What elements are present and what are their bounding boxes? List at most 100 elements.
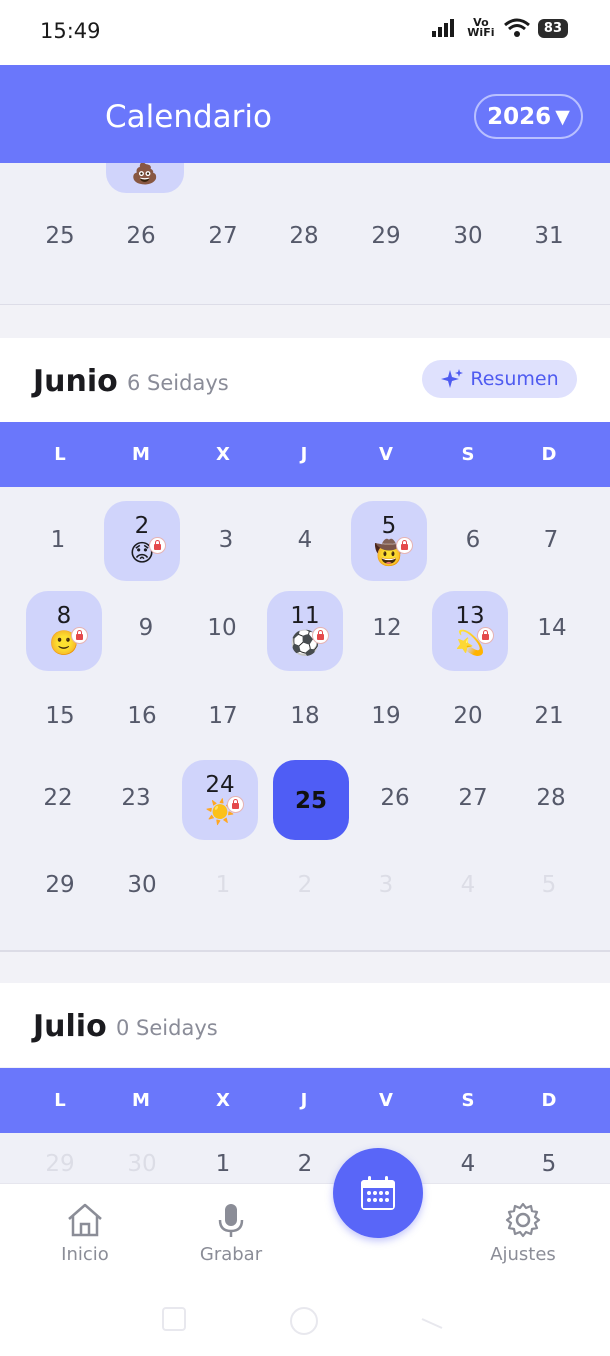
calendar-icon <box>361 1176 395 1210</box>
day-cell[interactable]: 23 <box>98 759 174 839</box>
day-cell[interactable]: 27 <box>435 759 511 839</box>
page-title: Calendario <box>105 99 272 135</box>
month-name: Julio <box>33 1009 107 1044</box>
lock-icon <box>477 627 494 644</box>
day-cell[interactable]: 19 <box>348 677 424 757</box>
day-cell[interactable]: 3 <box>188 501 264 581</box>
sparkles-icon <box>441 369 464 388</box>
day-cell[interactable]: 29 <box>356 223 416 249</box>
entry-emoji: 😟 <box>129 539 155 567</box>
weekday-label: M <box>132 444 150 465</box>
summary-label: Resumen <box>470 368 559 390</box>
home-icon <box>68 1203 102 1237</box>
day-cell-with-entry[interactable]: 5 🤠 <box>351 501 427 581</box>
day-cell[interactable]: 4 <box>267 501 343 581</box>
day-cell[interactable]: 7 <box>513 501 589 581</box>
day-cell[interactable]: 10 <box>184 589 260 669</box>
day-cell-today[interactable]: 25 <box>273 760 349 840</box>
caret-down-icon: ▼ <box>555 105 570 128</box>
nav-home[interactable]: Inicio <box>30 1202 140 1265</box>
day-cell[interactable]: 22 <box>20 759 96 839</box>
entry-emoji: 🤠 <box>374 539 404 567</box>
entry-emoji: 💫 <box>455 629 485 657</box>
day-cell-next-month: 5 <box>541 872 557 898</box>
day-cell[interactable]: 28 <box>513 759 589 839</box>
day-cell[interactable]: 9 <box>108 589 184 669</box>
summary-button[interactable]: Resumen <box>422 360 577 398</box>
entry-emoji: ⚽ <box>290 629 320 657</box>
calendar-fab-button[interactable] <box>333 1148 423 1238</box>
gear-icon <box>505 1202 541 1238</box>
nav-record-label: Grabar <box>199 1244 263 1265</box>
month-header-july: Julio 0 Seidays <box>0 983 610 1067</box>
day-cell[interactable]: 2 <box>267 1125 343 1183</box>
lock-icon <box>149 537 166 554</box>
weekday-label: V <box>379 1090 393 1111</box>
day-cell[interactable]: 26 <box>111 223 171 249</box>
lock-icon <box>396 537 413 554</box>
home-system-icon[interactable] <box>287 1306 321 1336</box>
day-cell-next-month: 2 <box>297 872 313 898</box>
back-icon[interactable] <box>420 1306 446 1332</box>
weekday-label: X <box>216 1090 230 1111</box>
day-cell[interactable]: 6 <box>435 501 511 581</box>
month-count: 6 Seidays <box>127 371 229 395</box>
wifi-icon <box>503 18 530 37</box>
day-cell-previous-month: 29 <box>45 1151 75 1177</box>
day-cell[interactable]: 31 <box>519 223 579 249</box>
day-cell[interactable]: 30 <box>438 223 498 249</box>
day-cell[interactable]: 1 <box>20 501 96 581</box>
status-bar: 15:49 Vo WiFi 83 <box>0 0 610 65</box>
lock-icon <box>71 627 88 644</box>
entry-tile[interactable]: 💩 <box>106 163 184 193</box>
day-cell[interactable]: 28 <box>274 223 334 249</box>
weekday-label: J <box>300 444 308 465</box>
day-cell[interactable]: 30 <box>104 846 180 926</box>
day-cell[interactable]: 17 <box>185 677 261 757</box>
month-name: Junio <box>33 364 118 399</box>
weekday-label: S <box>461 444 475 465</box>
day-cell[interactable]: 5 <box>511 1125 587 1183</box>
day-cell[interactable]: 18 <box>267 677 343 757</box>
nav-record[interactable]: Grabar <box>176 1202 286 1265</box>
day-cell[interactable]: 15 <box>22 677 98 757</box>
day-cell[interactable]: 1 <box>185 1125 261 1183</box>
day-cell[interactable]: 26 <box>357 759 433 839</box>
app-header: Calendario 2026 ▼ <box>0 65 610 163</box>
day-cell-next-month: 3 <box>378 872 394 898</box>
month-grid-june: 1 2 😟 3 4 5 🤠 6 7 8 🙂 9 10 11 ⚽ 12 13 💫 14 15… <box>0 487 610 952</box>
day-cell-with-entry[interactable]: 8 🙂 <box>26 591 102 671</box>
year-selector-button[interactable]: 2026 ▼ <box>474 94 583 139</box>
day-cell-with-entry[interactable]: 24 ☀️ <box>182 760 258 840</box>
recent-apps-icon[interactable] <box>161 1306 187 1332</box>
lock-icon <box>227 796 244 813</box>
day-cell[interactable]: 27 <box>193 223 253 249</box>
calendar-scroll[interactable]: 💩 25 26 27 28 29 30 31 Junio 6 Seidays R… <box>0 163 610 1183</box>
day-cell-with-entry[interactable]: 13 💫 <box>432 591 508 671</box>
status-time: 15:49 <box>40 19 101 43</box>
weekday-label: D <box>541 1090 557 1111</box>
day-cell[interactable]: 29 <box>22 846 98 926</box>
day-cell[interactable]: 25 <box>30 223 90 249</box>
day-cell[interactable]: 16 <box>104 677 180 757</box>
system-navigation <box>0 1306 610 1336</box>
previous-month-tail: 💩 25 26 27 28 29 30 31 <box>0 163 610 305</box>
day-cell[interactable]: 20 <box>430 677 506 757</box>
nav-settings-label: Ajustes <box>490 1244 556 1265</box>
weekday-label: S <box>461 1090 475 1111</box>
day-cell[interactable]: 14 <box>514 589 590 669</box>
lock-icon <box>312 627 329 644</box>
day-cell[interactable]: 12 <box>349 589 425 669</box>
weekday-label: M <box>132 1090 150 1111</box>
month-header-june: Junio 6 Seidays Resumen <box>0 338 610 422</box>
weekday-header: L M X J V S D <box>0 422 610 487</box>
day-cell-with-entry[interactable]: 2 😟 <box>104 501 180 581</box>
day-cell-with-entry[interactable]: 11 ⚽ <box>267 591 343 671</box>
day-cell[interactable]: 4 <box>430 1125 506 1183</box>
battery-indicator: 83 <box>537 18 568 38</box>
day-cell[interactable]: 21 <box>511 677 587 757</box>
nav-settings[interactable]: Ajustes <box>468 1202 578 1265</box>
weekday-label: V <box>379 444 393 465</box>
year-label: 2026 <box>487 103 552 130</box>
day-cell-next-month: 1 <box>215 872 231 898</box>
